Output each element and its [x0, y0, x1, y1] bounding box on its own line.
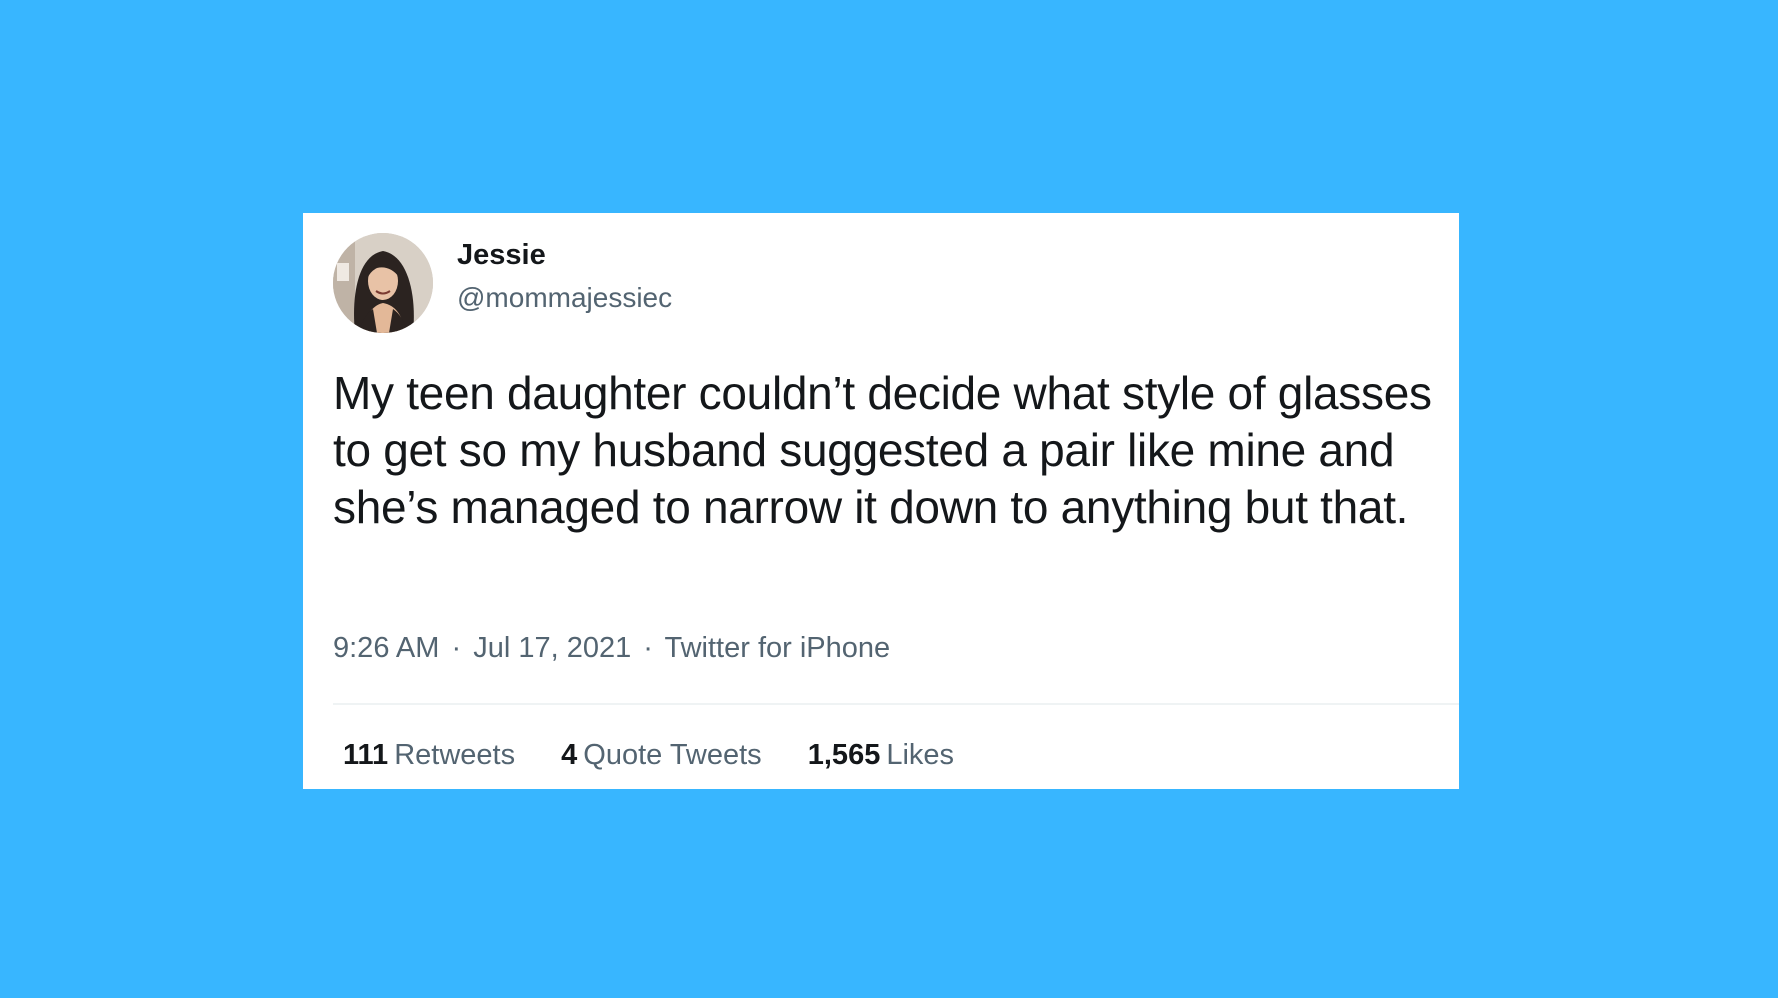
meta-separator: · [451, 632, 462, 664]
retweets-stat[interactable]: 111 Retweets [343, 741, 515, 770]
likes-count: 1,565 [807, 739, 881, 771]
tweet-text: My teen daughter couldn’t decide what st… [333, 367, 1432, 533]
retweets-count: 111 [343, 739, 389, 771]
quote-tweets-count: 4 [561, 739, 578, 771]
author-handle[interactable]: @mommajessiec [457, 284, 672, 312]
profile-photo-icon [333, 233, 433, 333]
tweet-card: Jessie @mommajessiec My teen daughter co… [303, 213, 1459, 789]
retweets-label: Retweets [394, 739, 516, 771]
tweet-meta: 9:26 AM · Jul 17, 2021 · Twitter for iPh… [333, 634, 890, 663]
divider [333, 703, 1459, 705]
tweet-stats: 111 Retweets 4 Quote Tweets 1,565 Likes [343, 741, 992, 770]
quote-tweets-stat[interactable]: 4 Quote Tweets [561, 741, 762, 770]
likes-label: Likes [886, 739, 955, 771]
quote-tweets-label: Quote Tweets [583, 739, 762, 771]
tweet-time[interactable]: 9:26 AM [333, 632, 439, 664]
avatar[interactable] [333, 233, 433, 333]
tweet-source[interactable]: Twitter for iPhone [665, 632, 891, 664]
tweet-date[interactable]: Jul 17, 2021 [473, 632, 631, 664]
author-name[interactable]: Jessie [457, 241, 546, 270]
likes-stat[interactable]: 1,565 Likes [808, 741, 954, 770]
meta-separator: · [643, 632, 653, 664]
